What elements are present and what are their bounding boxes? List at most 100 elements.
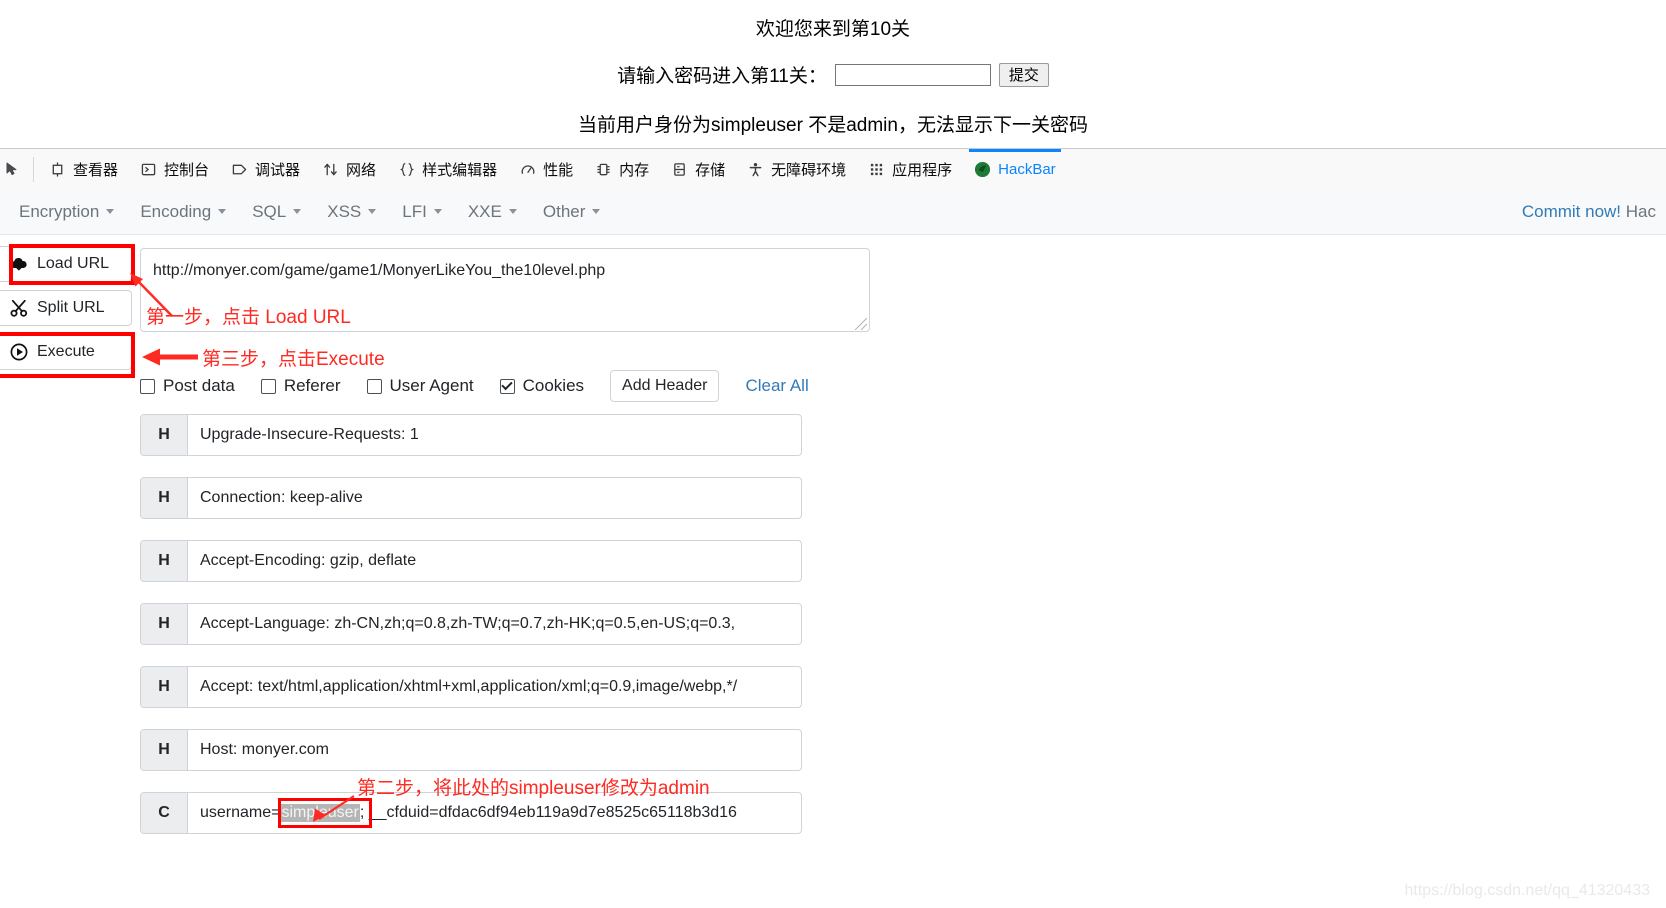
hackbar-action-buttons: Load URL Split URL Execute bbox=[0, 246, 136, 378]
chevron-down-icon bbox=[433, 209, 442, 214]
annotation-step2: 第二步，将此处的simpleuser修改为admin bbox=[357, 778, 710, 799]
checkbox-post-data[interactable]: Post data bbox=[140, 376, 235, 396]
devtools-tab-memory[interactable]: 内存 bbox=[584, 149, 660, 190]
console-icon bbox=[140, 161, 157, 178]
header-row[interactable]: H Accept-Language: zh-CN,zh;q=0.8,zh-TW;… bbox=[140, 603, 802, 645]
submit-button[interactable]: 提交 bbox=[998, 62, 1049, 87]
checkbox-label: Post data bbox=[163, 376, 235, 395]
password-form: 请输入密码进入第11关： 提交 bbox=[0, 41, 1666, 88]
commit-notice-rest: Hac bbox=[1621, 201, 1656, 221]
cloud-download-icon bbox=[9, 254, 29, 274]
header-value[interactable]: Accept: text/html,application/xhtml+xml,… bbox=[188, 667, 801, 707]
execute-button[interactable]: Execute bbox=[0, 334, 132, 370]
network-icon bbox=[322, 161, 339, 178]
devtools-tab-debugger[interactable]: 调试器 bbox=[220, 149, 311, 190]
header-row[interactable]: H Connection: keep-alive bbox=[140, 477, 802, 519]
style-editor-icon bbox=[398, 161, 415, 178]
devtools-tab-label: 控制台 bbox=[164, 162, 210, 179]
debugger-icon bbox=[231, 161, 248, 178]
hackbar-menu-xxe[interactable]: XXE bbox=[455, 196, 530, 228]
performance-icon bbox=[519, 161, 536, 178]
execute-label: Execute bbox=[37, 343, 95, 360]
load-url-label: Load URL bbox=[37, 255, 110, 272]
play-icon bbox=[9, 342, 29, 362]
hackbar-menu-other[interactable]: Other bbox=[530, 196, 614, 228]
devtools-tab-label: 性能 bbox=[543, 162, 574, 179]
chevron-down-icon bbox=[293, 209, 302, 214]
status-message: 当前用户身份为simpleuser 不是admin，无法显示下一关密码 bbox=[578, 115, 1088, 136]
header-type-tag: H bbox=[141, 730, 188, 770]
hackbar-menu-label: Other bbox=[542, 201, 586, 221]
password-label: 请输入密码进入第11关： bbox=[617, 66, 827, 87]
devtools-tab-label: 调试器 bbox=[255, 162, 301, 179]
chevron-down-icon bbox=[106, 209, 115, 214]
devtools-tab-console[interactable]: 控制台 bbox=[129, 149, 220, 190]
devtools-tab-label: 应用程序 bbox=[892, 162, 953, 179]
checkbox-icon bbox=[366, 378, 382, 394]
devtools-tab-label: 样式编辑器 bbox=[422, 162, 498, 179]
chevron-down-icon bbox=[368, 209, 377, 214]
watermark: https://blog.csdn.net/qq_41320433 bbox=[1404, 882, 1650, 899]
load-url-button[interactable]: Load URL bbox=[0, 246, 132, 282]
devtools-tab-label: 内存 bbox=[619, 162, 650, 179]
devtools-tab-style-editor[interactable]: 样式编辑器 bbox=[387, 149, 508, 190]
header-row[interactable]: H Accept-Encoding: gzip, deflate bbox=[140, 540, 802, 582]
checkbox-user-agent[interactable]: User Agent bbox=[366, 376, 474, 396]
header-type-tag: H bbox=[141, 541, 188, 581]
hackbar-menu-sql[interactable]: SQL bbox=[239, 196, 314, 228]
textarea-resize-handle[interactable] bbox=[855, 318, 867, 330]
devtools-tab-label: 网络 bbox=[346, 162, 377, 179]
checkbox-cookies[interactable]: Cookies bbox=[499, 376, 585, 396]
password-input[interactable] bbox=[834, 63, 991, 86]
element-picker-button[interactable] bbox=[0, 149, 29, 190]
hackbar-menu-label: XXE bbox=[467, 201, 502, 221]
devtools-tab-application[interactable]: 应用程序 bbox=[857, 149, 963, 190]
hackbar-menu-label: Encoding bbox=[140, 201, 212, 221]
hackbar-menu-encryption[interactable]: Encryption bbox=[6, 196, 127, 228]
split-url-button[interactable]: Split URL bbox=[0, 290, 132, 326]
header-row[interactable]: H Host: monyer.com bbox=[140, 729, 802, 771]
header-type-tag: H bbox=[141, 415, 188, 455]
add-header-button[interactable]: Add Header bbox=[610, 370, 720, 402]
memory-icon bbox=[595, 161, 612, 178]
header-row[interactable]: H Accept: text/html,application/xhtml+xm… bbox=[140, 666, 802, 708]
hackbar-menu-encoding[interactable]: Encoding bbox=[127, 196, 239, 228]
inspector-icon bbox=[49, 161, 66, 178]
hackbar-commit-notice: Commit now! Hac bbox=[1522, 202, 1660, 222]
commit-now-link[interactable]: Commit now! bbox=[1522, 202, 1621, 221]
checkbox-icon bbox=[260, 378, 276, 394]
header-type-tag: H bbox=[141, 604, 188, 644]
cookie-selected-username[interactable]: simpleuser bbox=[280, 804, 360, 822]
checkbox-label: Cookies bbox=[522, 376, 585, 395]
header-row[interactable]: H Upgrade-Insecure-Requests: 1 bbox=[140, 414, 802, 456]
header-value[interactable]: Host: monyer.com bbox=[188, 730, 801, 770]
header-value[interactable]: Upgrade-Insecure-Requests: 1 bbox=[188, 415, 801, 455]
devtools-tab-hackbar[interactable]: HackBar bbox=[963, 149, 1067, 190]
accessibility-icon bbox=[747, 161, 764, 178]
toolbar-divider bbox=[33, 157, 34, 182]
annotation-step3: 第三步，点击Execute bbox=[202, 349, 385, 370]
storage-icon bbox=[671, 161, 688, 178]
hackbar-menu-lfi[interactable]: LFI bbox=[389, 196, 455, 228]
devtools-toolbar: 查看器 控制台 调试器 网络 样式编辑器 性能 内存 存储 无障碍环境 应用程序… bbox=[0, 148, 1666, 191]
devtools-tab-label: 无障碍环境 bbox=[771, 162, 847, 179]
hackbar-menu-xss[interactable]: XSS bbox=[314, 196, 389, 228]
checkbox-icon bbox=[140, 378, 155, 394]
devtools-tab-performance[interactable]: 性能 bbox=[508, 149, 584, 190]
hackbar-menubar: Encryption Encoding SQL XSS LFI XXE Othe… bbox=[0, 189, 1666, 235]
checkbox-referer[interactable]: Referer bbox=[260, 376, 341, 396]
devtools-tab-accessibility[interactable]: 无障碍环境 bbox=[736, 149, 857, 190]
header-value[interactable]: Accept-Encoding: gzip, deflate bbox=[188, 541, 801, 581]
annotation-step1: 第一步，点击 Load URL bbox=[146, 307, 351, 328]
header-value[interactable]: Connection: keep-alive bbox=[188, 478, 801, 518]
cookie-suffix: ; __cfduid=dfdac6df94eb119a9d7e8525c6511… bbox=[359, 804, 737, 821]
header-value[interactable]: Accept-Language: zh-CN,zh;q=0.8,zh-TW;q=… bbox=[188, 604, 801, 644]
hackbar-options-row: Post data Referer User Agent Cookies Add… bbox=[140, 370, 809, 402]
application-icon bbox=[868, 161, 885, 178]
devtools-tab-storage[interactable]: 存储 bbox=[660, 149, 736, 190]
clear-all-button[interactable]: Clear All bbox=[745, 376, 808, 396]
header-type-tag: H bbox=[141, 478, 188, 518]
devtools-tab-label: 存储 bbox=[695, 162, 726, 179]
devtools-tab-inspector[interactable]: 查看器 bbox=[38, 149, 129, 190]
devtools-tab-network[interactable]: 网络 bbox=[311, 149, 387, 190]
